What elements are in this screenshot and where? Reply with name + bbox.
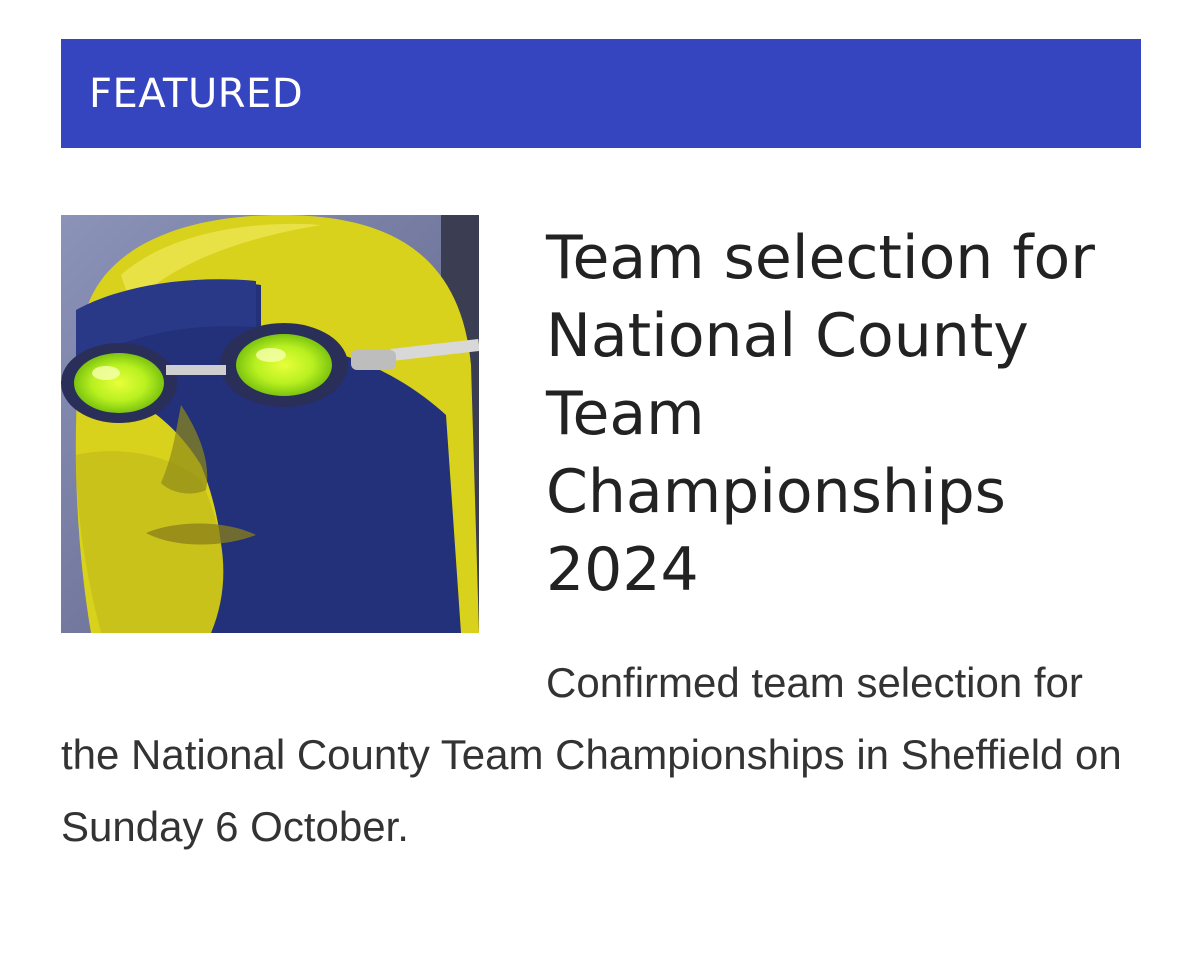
article-excerpt: Confirmed team selection for the Nationa… bbox=[61, 659, 1122, 850]
featured-label: FEATURED bbox=[89, 70, 304, 117]
featured-section-header: FEATURED bbox=[61, 39, 1141, 148]
article-thumbnail[interactable] bbox=[61, 215, 479, 633]
featured-article: Team selection for National County Team … bbox=[61, 215, 1141, 863]
